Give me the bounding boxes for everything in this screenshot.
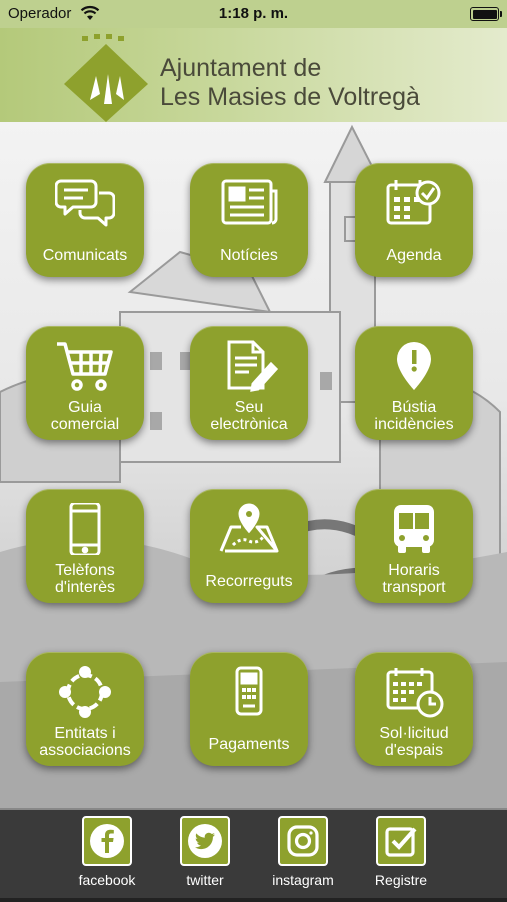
tile-seu-electronica[interactable]: Seu electrònica: [190, 326, 308, 440]
tile-comunicats[interactable]: Comunicats: [26, 163, 144, 277]
page-title: Ajuntament de Les Masies de Voltregà: [160, 54, 420, 111]
calendar-check-icon: [386, 180, 441, 225]
instagram-icon: [287, 825, 319, 857]
shopping-cart-icon: [57, 342, 113, 391]
tile-label: associacions: [39, 742, 131, 759]
tile-bustia-incidencies[interactable]: Bústia incidències: [355, 326, 473, 440]
twitter-icon: [188, 824, 222, 858]
document-pen-icon: [227, 340, 279, 392]
town-logo: [64, 34, 148, 122]
map-route-icon: [219, 503, 279, 553]
calendar-clock-icon: [386, 668, 444, 718]
people-circle-icon: [59, 666, 111, 718]
card-terminal-icon: [235, 666, 263, 716]
tile-label: Comunicats: [42, 247, 128, 264]
tile-label: Seu: [234, 399, 264, 416]
status-bar: Operador 1:18 p. m.: [0, 0, 507, 28]
tile-guia-comercial[interactable]: Guia comercial: [26, 326, 144, 440]
social-footer: facebook twitter instagram Registre: [0, 808, 507, 902]
tile-label: Pagaments: [208, 736, 290, 753]
tile-label: Bústia: [391, 399, 437, 416]
tile-label: Agenda: [386, 247, 442, 264]
clock: 1:18 p. m.: [218, 5, 289, 22]
bus-icon: [394, 505, 434, 553]
footer-label: instagram: [272, 872, 334, 888]
tile-label: Recorreguts: [205, 573, 293, 590]
instagram-link[interactable]: instagram: [272, 816, 334, 896]
twitter-link[interactable]: twitter: [175, 816, 235, 896]
tile-noticies[interactable]: Notícies: [190, 163, 308, 277]
smartphone-icon: [69, 503, 101, 555]
tile-label: incidències: [374, 416, 454, 433]
tile-label: Sol·licitud: [379, 725, 449, 742]
map-pin-icon: [397, 342, 431, 390]
tile-label: Entitats i: [54, 725, 116, 742]
footer-label: Registre: [374, 872, 428, 888]
chat-bubbles-icon: [55, 179, 115, 227]
registre-link[interactable]: Registre: [371, 816, 431, 896]
footer-label: twitter: [186, 872, 224, 888]
tile-label: electrònica: [210, 416, 288, 433]
tile-horaris-transport[interactable]: Horaris transport: [355, 489, 473, 603]
tile-agenda[interactable]: Agenda: [355, 163, 473, 277]
tile-sollicitud-espais[interactable]: Sol·licitud d'espais: [355, 652, 473, 766]
facebook-icon: [90, 824, 124, 858]
app-header: Ajuntament de Les Masies de Voltregà: [0, 28, 507, 122]
tile-label: Notícies: [220, 247, 278, 264]
footer-label: facebook: [78, 872, 136, 888]
tile-label: comercial: [50, 416, 120, 433]
tile-label: Horaris: [388, 562, 440, 579]
newspaper-icon: [221, 179, 278, 225]
tile-label: transport: [382, 579, 446, 596]
tile-label: d'espais: [384, 742, 444, 759]
battery-icon: [470, 7, 502, 21]
tile-label: Telèfons: [55, 562, 115, 579]
tile-telefons-interes[interactable]: Telèfons d'interès: [26, 489, 144, 603]
tile-pagaments[interactable]: Pagaments: [190, 652, 308, 766]
checkbox-icon: [385, 827, 417, 857]
tile-label: Guia: [68, 399, 102, 416]
tile-entitats-associacions[interactable]: Entitats i associacions: [26, 652, 144, 766]
tile-label: d'interès: [55, 579, 115, 596]
facebook-link[interactable]: facebook: [77, 816, 137, 896]
tile-recorreguts[interactable]: Recorreguts: [190, 489, 308, 603]
